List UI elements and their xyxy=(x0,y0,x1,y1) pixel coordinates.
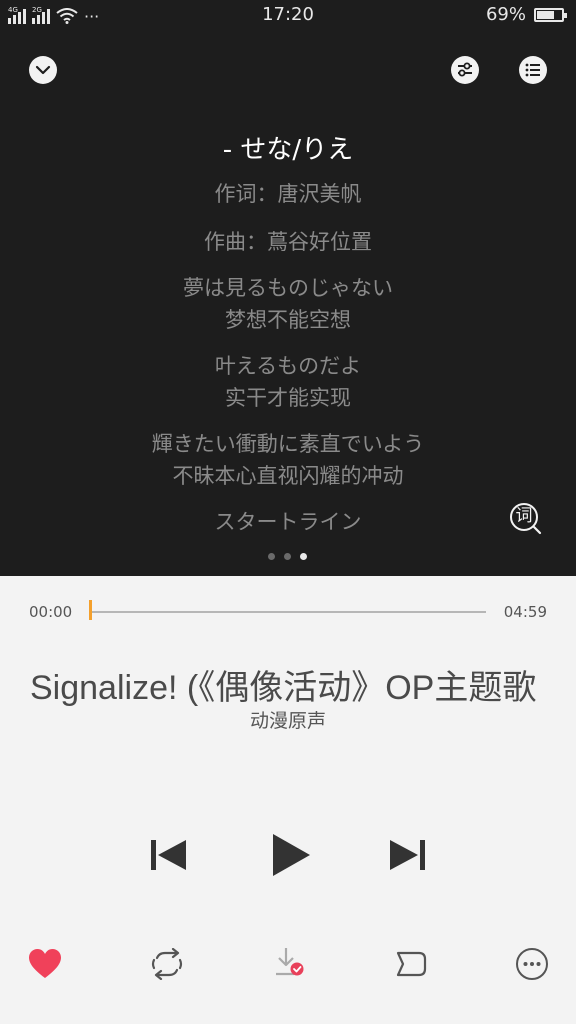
current-time: 00:00 xyxy=(29,603,73,621)
share-icon xyxy=(396,951,427,977)
battery-icon xyxy=(534,8,567,22)
page-dot[interactable] xyxy=(268,553,275,560)
equalizer-icon xyxy=(458,62,472,77)
repeat-button[interactable] xyxy=(149,947,185,981)
lyric-search-label: 词 xyxy=(515,506,533,526)
lyric-line-translation: 梦想不能空想 xyxy=(225,308,351,332)
more-icon xyxy=(516,948,548,980)
lyric-line: 作词：唐沢美帆 xyxy=(214,182,362,206)
battery-percent: 69% xyxy=(485,4,526,25)
equalizer-button[interactable] xyxy=(451,56,479,84)
battery-fill xyxy=(537,11,554,19)
play-icon xyxy=(273,834,310,876)
share-button[interactable] xyxy=(393,950,427,978)
page-indicator xyxy=(268,553,307,560)
skip-previous-icon xyxy=(151,840,186,870)
lyric-line-translation: 实干才能实现 xyxy=(225,386,351,410)
download-icon xyxy=(276,948,304,976)
collapse-button[interactable] xyxy=(29,56,57,84)
previous-button[interactable] xyxy=(148,836,188,874)
lyric-line: スタートライン xyxy=(214,510,362,534)
seek-bar[interactable] xyxy=(90,611,486,613)
lyric-current-line: - せな/りえ xyxy=(222,135,354,165)
playlist-icon xyxy=(525,63,540,77)
heart-icon xyxy=(29,949,61,978)
song-artist: 动漫原声 xyxy=(249,710,326,732)
playlist-button[interactable] xyxy=(519,56,547,84)
next-button[interactable] xyxy=(388,836,428,874)
song-title: Signalize! (《偶像活动》OP主题歌 xyxy=(30,669,537,706)
lyric-line: 輝きたい衝動に素直でいよう xyxy=(151,432,425,456)
lyric-line-translation: 不昧本心直视闪耀的冲动 xyxy=(172,464,404,488)
repeat-icon xyxy=(151,947,183,981)
lyrics-panel: 4G 2G ··· 17:20 69% - せな/りえ 作词：唐沢美帆 作曲：蔦… xyxy=(0,0,576,576)
total-time: 04:59 xyxy=(503,603,547,621)
lyric-line: 作曲：蔦谷好位置 xyxy=(204,230,372,254)
lyric-line: 夢は見るものじゃない xyxy=(183,276,393,300)
seek-thumb[interactable] xyxy=(89,600,92,620)
lyric-search-button[interactable]: 词 xyxy=(509,502,543,536)
play-button[interactable] xyxy=(268,832,312,878)
more-button[interactable] xyxy=(515,947,549,981)
skip-next-icon xyxy=(390,840,425,870)
chevron-down-icon xyxy=(35,65,51,75)
favorite-button[interactable] xyxy=(28,948,62,980)
status-bar: 4G 2G ··· 17:20 69% xyxy=(0,0,576,30)
lyrics-view[interactable]: - せな/りえ 作词：唐沢美帆 作曲：蔦谷好位置 夢は見るものじゃない 梦想不能… xyxy=(0,128,576,538)
playback-progress: 00:00 04:59 xyxy=(0,596,576,628)
page-dot-active[interactable] xyxy=(300,553,307,560)
lyric-line: 叶えるものだよ xyxy=(214,354,362,378)
download-button[interactable] xyxy=(272,946,306,980)
page-dot[interactable] xyxy=(284,553,291,560)
